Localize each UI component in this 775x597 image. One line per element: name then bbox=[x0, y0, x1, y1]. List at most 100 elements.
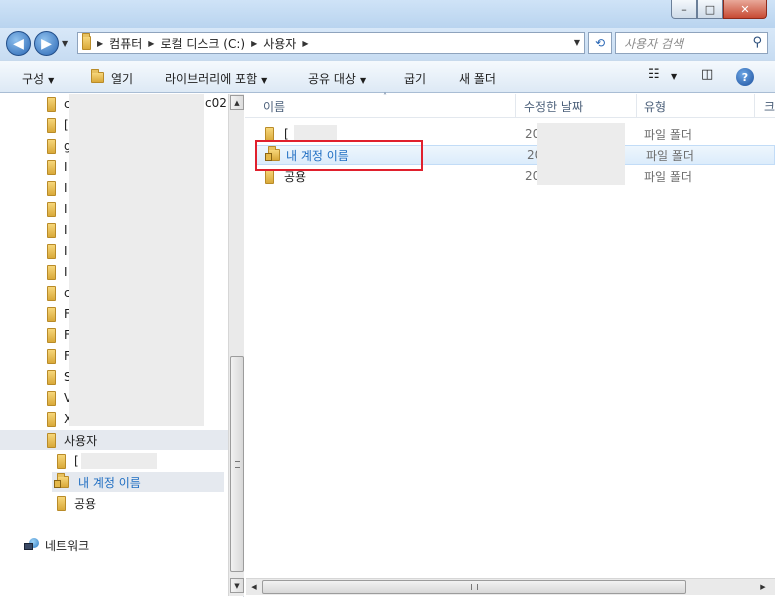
tree-item-network[interactable]: 네트워크 bbox=[0, 535, 228, 555]
open-folder-icon bbox=[91, 69, 104, 83]
breadcrumb-arrow-icon[interactable]: ▶ bbox=[251, 39, 257, 48]
sort-ascending-icon: ˄ bbox=[383, 92, 387, 101]
highlight-annotation bbox=[255, 140, 423, 171]
close-button[interactable]: ✕ bbox=[723, 0, 767, 19]
tree-item-public[interactable]: 공용 bbox=[0, 493, 228, 513]
truncated-text: c02 bbox=[205, 96, 227, 110]
view-options-icon[interactable]: ☷ bbox=[648, 67, 660, 82]
column-size[interactable]: 크 bbox=[764, 98, 775, 115]
redacted-name bbox=[294, 125, 337, 141]
chevron-down-icon: ▼ bbox=[234, 581, 240, 590]
tree-item-label: I bbox=[64, 202, 68, 216]
forward-button[interactable]: ▶ bbox=[34, 31, 59, 56]
view-dropdown-icon[interactable]: ▼ bbox=[671, 72, 677, 81]
open-button[interactable]: 열기 bbox=[111, 70, 133, 87]
share-with-label: 공유 대상 bbox=[308, 72, 356, 86]
navigation-pane: c [ g I I I I I I c F F F S V X c02 사용자 … bbox=[0, 94, 244, 597]
column-divider[interactable] bbox=[636, 94, 637, 117]
search-placeholder: 사용자 검색 bbox=[624, 36, 684, 51]
horizontal-scrollbar[interactable]: ◀ ▶ bbox=[246, 578, 775, 595]
title-bar: – □ ✕ bbox=[0, 0, 775, 28]
help-button[interactable]: ? bbox=[736, 68, 754, 86]
tree-item-label: I bbox=[64, 223, 68, 237]
breadcrumb-arrow-icon[interactable]: ▶ bbox=[148, 39, 154, 48]
column-header-row: ˄ 이름 수정한 날짜 유형 크 bbox=[245, 92, 775, 118]
locked-folder-icon bbox=[54, 473, 70, 489]
chevron-up-icon: ▲ bbox=[234, 98, 240, 107]
scroll-left-button[interactable]: ◀ bbox=[247, 580, 261, 594]
breadcrumb-local-disk[interactable]: 로컬 디스크 (C:) bbox=[160, 35, 245, 52]
address-bar[interactable]: ▶ 컴퓨터 ▶ 로컬 디스크 (C:) ▶ 사용자 ▶ ▼ bbox=[77, 32, 585, 54]
share-with-button[interactable]: 공유 대상 ▼ bbox=[308, 70, 366, 87]
preview-pane-icon[interactable]: ◫ bbox=[701, 67, 713, 82]
folder-icon bbox=[82, 33, 91, 50]
include-library-label: 라이브러리에 포함 bbox=[165, 72, 258, 86]
scroll-down-button[interactable]: ▼ bbox=[230, 578, 244, 593]
folder-icon bbox=[47, 264, 56, 280]
tree-item-label: I bbox=[64, 181, 68, 195]
scroll-up-button[interactable]: ▲ bbox=[230, 95, 244, 110]
address-row: ◀ ▶ ▼ ▶ 컴퓨터 ▶ 로컬 디스크 (C:) ▶ 사용자 ▶ ▼ ⟲ 사용… bbox=[0, 28, 775, 60]
tree-item-label: [ bbox=[64, 118, 69, 132]
folder-icon bbox=[47, 243, 56, 259]
folder-icon bbox=[47, 117, 56, 133]
search-input[interactable]: 사용자 검색 ⚲ bbox=[615, 32, 768, 54]
tree-item-label: 사용자 bbox=[64, 433, 98, 448]
chevron-down-icon: ▼ bbox=[359, 76, 367, 85]
organize-label: 구성 bbox=[22, 72, 45, 86]
tree-item-label: [ bbox=[74, 454, 79, 468]
include-in-library-button[interactable]: 라이브러리에 포함 ▼ bbox=[165, 70, 267, 87]
breadcrumb-arrow-icon[interactable]: ▶ bbox=[97, 39, 103, 48]
maximize-button[interactable]: □ bbox=[697, 0, 723, 19]
column-divider[interactable] bbox=[754, 94, 755, 117]
window-controls: – □ ✕ bbox=[671, 0, 767, 19]
scroll-thumb[interactable] bbox=[262, 580, 686, 594]
scroll-right-button[interactable]: ▶ bbox=[756, 580, 770, 594]
burn-button[interactable]: 굽기 bbox=[404, 70, 426, 87]
folder-icon bbox=[47, 138, 56, 154]
folder-icon bbox=[47, 432, 56, 448]
breadcrumb-computer[interactable]: 컴퓨터 bbox=[109, 35, 142, 52]
tree-item-label: 공용 bbox=[74, 496, 97, 511]
redacted-name bbox=[80, 453, 157, 469]
back-button[interactable]: ◀ bbox=[6, 31, 31, 56]
column-type[interactable]: 유형 bbox=[644, 98, 666, 115]
breadcrumb-users[interactable]: 사용자 bbox=[263, 35, 296, 52]
breadcrumb-arrow-icon[interactable]: ▶ bbox=[302, 39, 308, 48]
redacted-dates bbox=[537, 123, 625, 185]
search-icon[interactable]: ⚲ bbox=[752, 35, 762, 50]
arrow-left-icon: ◀ bbox=[13, 35, 24, 52]
column-divider[interactable] bbox=[515, 94, 516, 117]
recent-pages-dropdown[interactable]: ▼ bbox=[62, 39, 68, 48]
chevron-down-icon: ▼ bbox=[261, 76, 268, 85]
tree-item-label: 내 계정 이름 bbox=[78, 475, 141, 490]
grip-icon bbox=[235, 461, 240, 468]
file-type: 파일 폴더 bbox=[646, 148, 694, 163]
command-bar: 구성 ▼ 열기 라이브러리에 포함 ▼ 공유 대상 ▼ 굽기 새 폴더 ☷ ▼ ◫ ? bbox=[0, 60, 775, 93]
file-type: 파일 폴더 bbox=[644, 169, 692, 184]
address-dropdown-icon[interactable]: ▼ bbox=[574, 38, 580, 47]
column-name[interactable]: 이름 bbox=[263, 98, 285, 115]
new-folder-button[interactable]: 새 폴더 bbox=[459, 70, 496, 87]
folder-icon bbox=[57, 495, 66, 511]
tree-item-label: I bbox=[64, 265, 68, 279]
navigation-scrollbar[interactable]: ▲ ▼ bbox=[228, 94, 244, 596]
folder-icon bbox=[47, 348, 56, 364]
organize-button[interactable]: 구성 ▼ bbox=[22, 70, 54, 87]
folder-icon bbox=[47, 222, 56, 238]
tree-item-label: I bbox=[64, 244, 68, 258]
refresh-button[interactable]: ⟲ bbox=[588, 32, 612, 54]
folder-icon bbox=[47, 180, 56, 196]
tree-item-my-account[interactable]: 내 계정 이름 bbox=[52, 472, 224, 492]
chevron-right-icon: ▶ bbox=[760, 583, 766, 591]
folder-icon bbox=[47, 390, 56, 406]
tree-item-label: 네트워크 bbox=[45, 538, 90, 553]
folder-icon bbox=[47, 411, 56, 427]
column-modified[interactable]: 수정한 날짜 bbox=[524, 98, 583, 115]
minimize-button[interactable]: – bbox=[671, 0, 697, 19]
tree-item-users[interactable]: 사용자 bbox=[0, 430, 228, 450]
chevron-down-icon: ▼ bbox=[48, 76, 55, 85]
tree-item-user-redacted[interactable]: [ bbox=[0, 451, 228, 471]
scroll-thumb[interactable] bbox=[230, 356, 244, 572]
chevron-left-icon: ◀ bbox=[251, 583, 257, 591]
